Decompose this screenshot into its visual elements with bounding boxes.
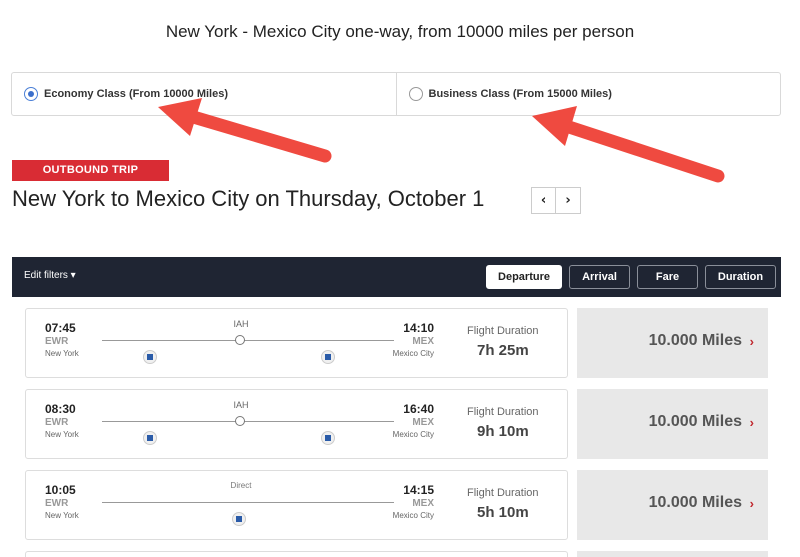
- duration-value: 5h 10m: [477, 504, 529, 521]
- departure-city: New York: [45, 349, 79, 358]
- cabin-class-selector: Economy Class (From 10000 Miles) Busines…: [11, 72, 781, 116]
- outbound-trip-badge: OUTBOUND TRIP: [12, 160, 169, 181]
- page-headline: New York - Mexico City one-way, from 100…: [165, 22, 635, 41]
- flight-row[interactable]: 08:30 EWR New York IAH 16:40 MEX Mexico …: [25, 389, 568, 459]
- flight-row[interactable]: [25, 551, 568, 557]
- flight-row[interactable]: 10:05 EWR New York Direct 14:15 MEX Mexi…: [25, 470, 568, 540]
- arrival-city: Mexico City: [392, 349, 434, 358]
- departure-airport: EWR: [45, 336, 69, 347]
- duration-label: Flight Duration: [467, 406, 539, 418]
- next-day-button[interactable]: ›: [556, 187, 581, 214]
- departure-time: 07:45: [45, 321, 76, 335]
- prev-day-button[interactable]: ‹: [531, 187, 556, 214]
- stopover-label: IAH: [233, 319, 249, 329]
- business-radio[interactable]: [408, 87, 423, 101]
- economy-radio[interactable]: [24, 87, 38, 101]
- arrival-time: 16:40: [403, 402, 434, 416]
- arrival-city: Mexico City: [392, 511, 434, 520]
- arrival-airport: MEX: [412, 417, 434, 428]
- filter-bar: Edit filters ▾ Departure Arrival Fare Du…: [12, 257, 781, 297]
- flight-row[interactable]: 07:45 EWR New York IAH 14:10 MEX Mexico …: [25, 308, 568, 378]
- chevron-right-icon: ›: [749, 415, 754, 430]
- fare-button[interactable]: 10.000 Miles ›: [577, 308, 768, 378]
- airline-logo-icon: [232, 512, 246, 526]
- sort-arrival-button[interactable]: Arrival: [569, 265, 630, 289]
- fare-button[interactable]: 10.000 Miles ›: [577, 389, 768, 459]
- fare-miles: 10.000 Miles: [648, 413, 742, 430]
- route-line: [102, 340, 394, 341]
- airline-logo-icon: [321, 350, 335, 364]
- departure-time: 08:30: [45, 402, 76, 416]
- arrival-time: 14:10: [403, 321, 434, 335]
- route-line: [102, 421, 394, 422]
- departure-airport: EWR: [45, 417, 69, 428]
- departure-city: New York: [45, 511, 79, 520]
- departure-time: 10:05: [45, 483, 76, 497]
- business-class-option[interactable]: Business Class (From 15000 Miles): [395, 73, 781, 115]
- duration-value: 9h 10m: [477, 423, 529, 440]
- economy-label: Economy Class (From 10000 Miles): [44, 88, 229, 100]
- economy-class-option[interactable]: Economy Class (From 10000 Miles): [12, 73, 396, 115]
- stopover-dot-icon: [235, 335, 245, 345]
- route-line: [102, 502, 394, 503]
- airline-logo-icon: [321, 431, 335, 445]
- duration-label: Flight Duration: [467, 325, 539, 337]
- airline-logo-icon: [143, 350, 157, 364]
- fare-button[interactable]: [577, 551, 768, 557]
- stopover-label: Direct: [230, 481, 252, 490]
- sort-departure-button[interactable]: Departure: [486, 265, 562, 289]
- business-label: Business Class (From 15000 Miles): [428, 88, 612, 100]
- duration-value: 7h 25m: [477, 342, 529, 359]
- stopover-label: IAH: [233, 400, 249, 410]
- date-pager: ‹ ›: [531, 187, 581, 214]
- arrival-airport: MEX: [412, 336, 434, 347]
- chevron-right-icon: ›: [749, 334, 754, 349]
- departure-city: New York: [45, 430, 79, 439]
- arrival-airport: MEX: [412, 498, 434, 509]
- sort-fare-button[interactable]: Fare: [637, 265, 698, 289]
- stopover-dot-icon: [235, 416, 245, 426]
- airline-logo-icon: [143, 431, 157, 445]
- edit-filters-button[interactable]: Edit filters ▾: [24, 270, 76, 281]
- departure-airport: EWR: [45, 498, 69, 509]
- arrow-to-business-icon: [532, 106, 725, 183]
- trip-title: New York to Mexico City on Thursday, Oct…: [12, 186, 485, 211]
- fare-miles: 10.000 Miles: [648, 494, 742, 511]
- sort-duration-button[interactable]: Duration: [705, 265, 776, 289]
- fare-button[interactable]: 10.000 Miles ›: [577, 470, 768, 540]
- duration-label: Flight Duration: [467, 487, 539, 499]
- arrival-time: 14:15: [403, 483, 434, 497]
- arrival-city: Mexico City: [392, 430, 434, 439]
- fare-miles: 10.000 Miles: [648, 332, 742, 349]
- chevron-right-icon: ›: [749, 496, 754, 511]
